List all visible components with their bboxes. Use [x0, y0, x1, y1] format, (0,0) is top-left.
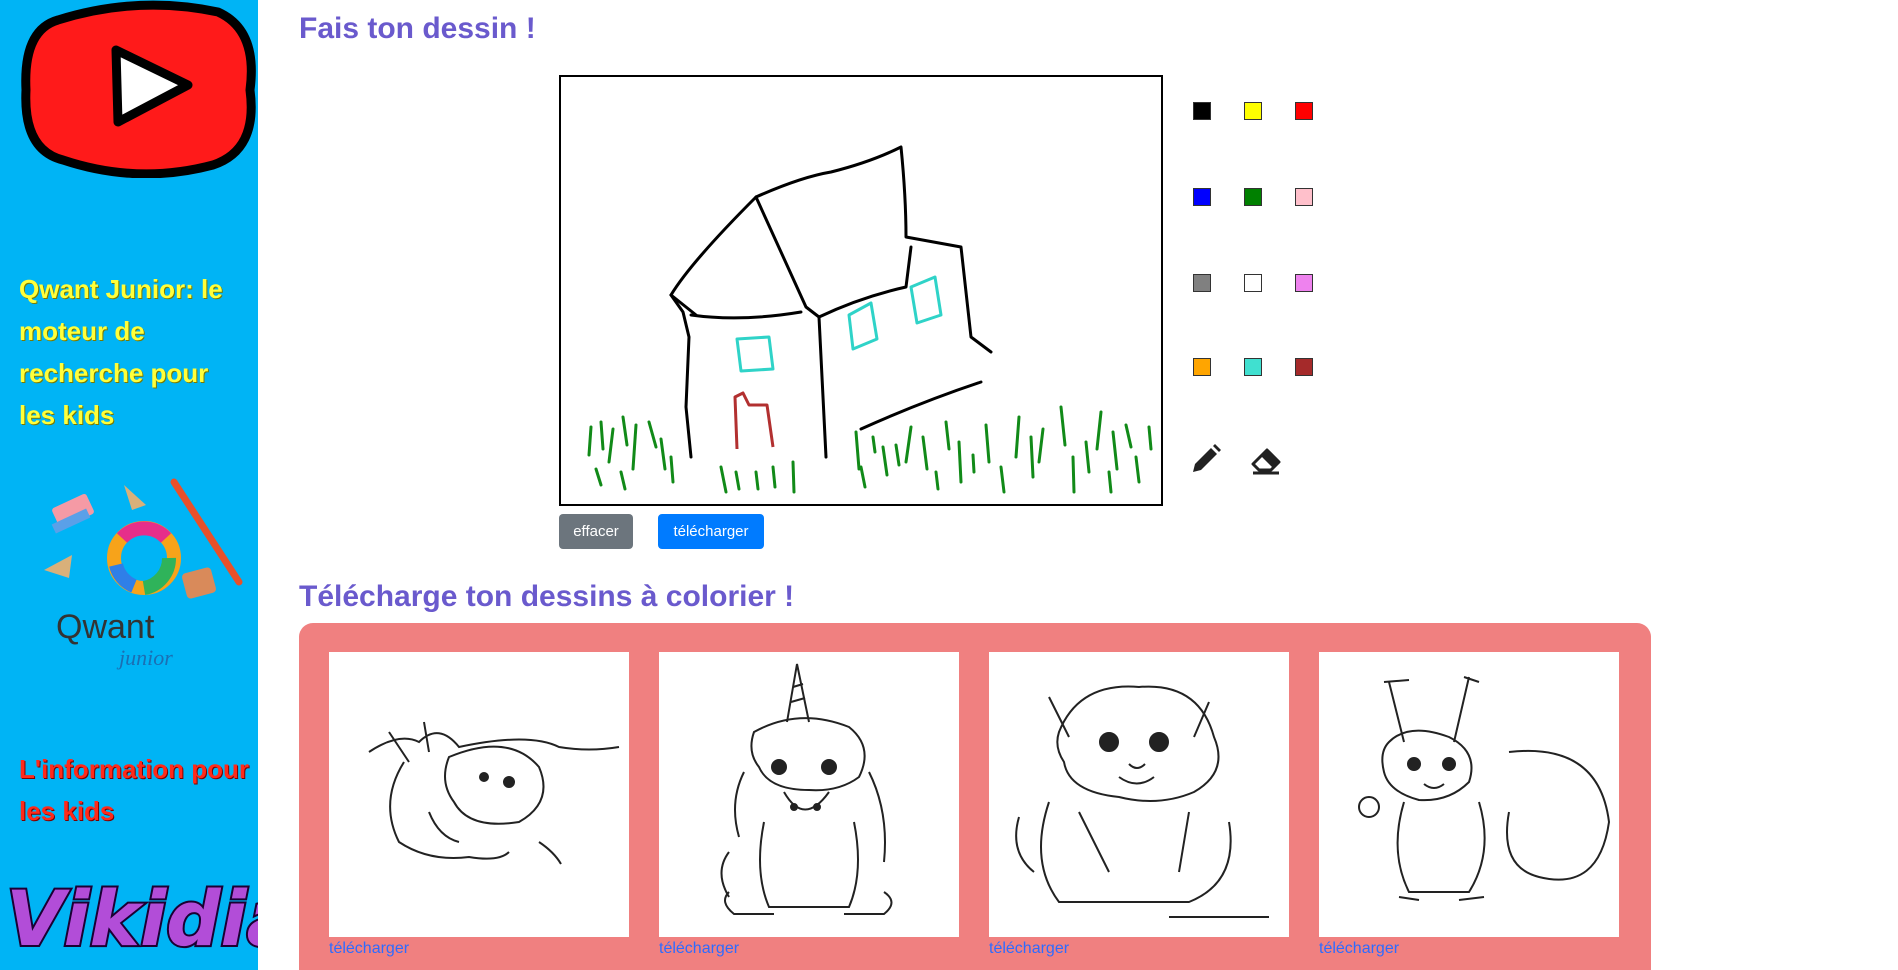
- color-swatch-green[interactable]: [1244, 188, 1262, 206]
- vikidia-logo[interactable]: Vikidia: [0, 840, 258, 970]
- squirrel-coloring-image[interactable]: [1319, 652, 1619, 937]
- qwant-junior-logo[interactable]: Qwant junior: [34, 460, 254, 670]
- pencil-icon[interactable]: [1189, 442, 1223, 476]
- color-swatch-turquoise[interactable]: [1244, 358, 1262, 376]
- coloring-card-unicorn: télécharger: [659, 652, 959, 958]
- drawing-title: Fais ton dessin !: [299, 12, 536, 45]
- coloring-gallery: télécharger télécharger télécharger télé…: [299, 623, 1651, 970]
- svg-text:Qwant: Qwant: [56, 608, 155, 646]
- sidebar: Qwant Junior: le moteur de recherche pou…: [0, 0, 258, 970]
- download-drawing-button[interactable]: télécharger: [658, 514, 764, 549]
- color-swatch-red[interactable]: [1295, 102, 1313, 120]
- color-swatch-white[interactable]: [1244, 274, 1262, 292]
- eraser-icon[interactable]: [1249, 442, 1283, 476]
- color-swatch-orange[interactable]: [1193, 358, 1211, 376]
- download-squirrel-link[interactable]: télécharger: [1319, 940, 1619, 958]
- bunny-coloring-image[interactable]: [329, 652, 629, 937]
- qwant-junior-text[interactable]: Qwant Junior: le moteur de recherche pou…: [19, 268, 251, 436]
- unicorn-coloring-image[interactable]: [659, 652, 959, 937]
- drawing-sketch: [587, 145, 1153, 494]
- download-unicorn-link[interactable]: télécharger: [659, 940, 959, 958]
- coloring-card-puppy: télécharger: [989, 652, 1289, 958]
- svg-text:Vikidia: Vikidia: [6, 874, 258, 963]
- svg-text:junior: junior: [116, 645, 173, 670]
- download-bunny-link[interactable]: télécharger: [329, 940, 629, 958]
- color-swatch-pink[interactable]: [1295, 188, 1313, 206]
- puppy-coloring-image[interactable]: [989, 652, 1289, 937]
- color-swatch-violet[interactable]: [1295, 274, 1313, 292]
- drawing-canvas[interactable]: [559, 75, 1163, 506]
- coloring-card-squirrel: télécharger: [1319, 652, 1619, 958]
- clear-button[interactable]: effacer: [559, 514, 633, 549]
- vikidia-text[interactable]: L'information pour les kids: [19, 748, 251, 832]
- color-swatch-blue[interactable]: [1193, 188, 1211, 206]
- color-swatch-brown[interactable]: [1295, 358, 1313, 376]
- color-swatch-black[interactable]: [1193, 102, 1211, 120]
- color-swatch-gray[interactable]: [1193, 274, 1211, 292]
- color-swatch-yellow[interactable]: [1244, 102, 1262, 120]
- youtube-kids-logo[interactable]: [18, 0, 256, 178]
- download-puppy-link[interactable]: télécharger: [989, 940, 1289, 958]
- coloring-card-bunny: télécharger: [329, 652, 629, 958]
- coloring-title: Télécharge ton dessins à colorier !: [299, 580, 795, 613]
